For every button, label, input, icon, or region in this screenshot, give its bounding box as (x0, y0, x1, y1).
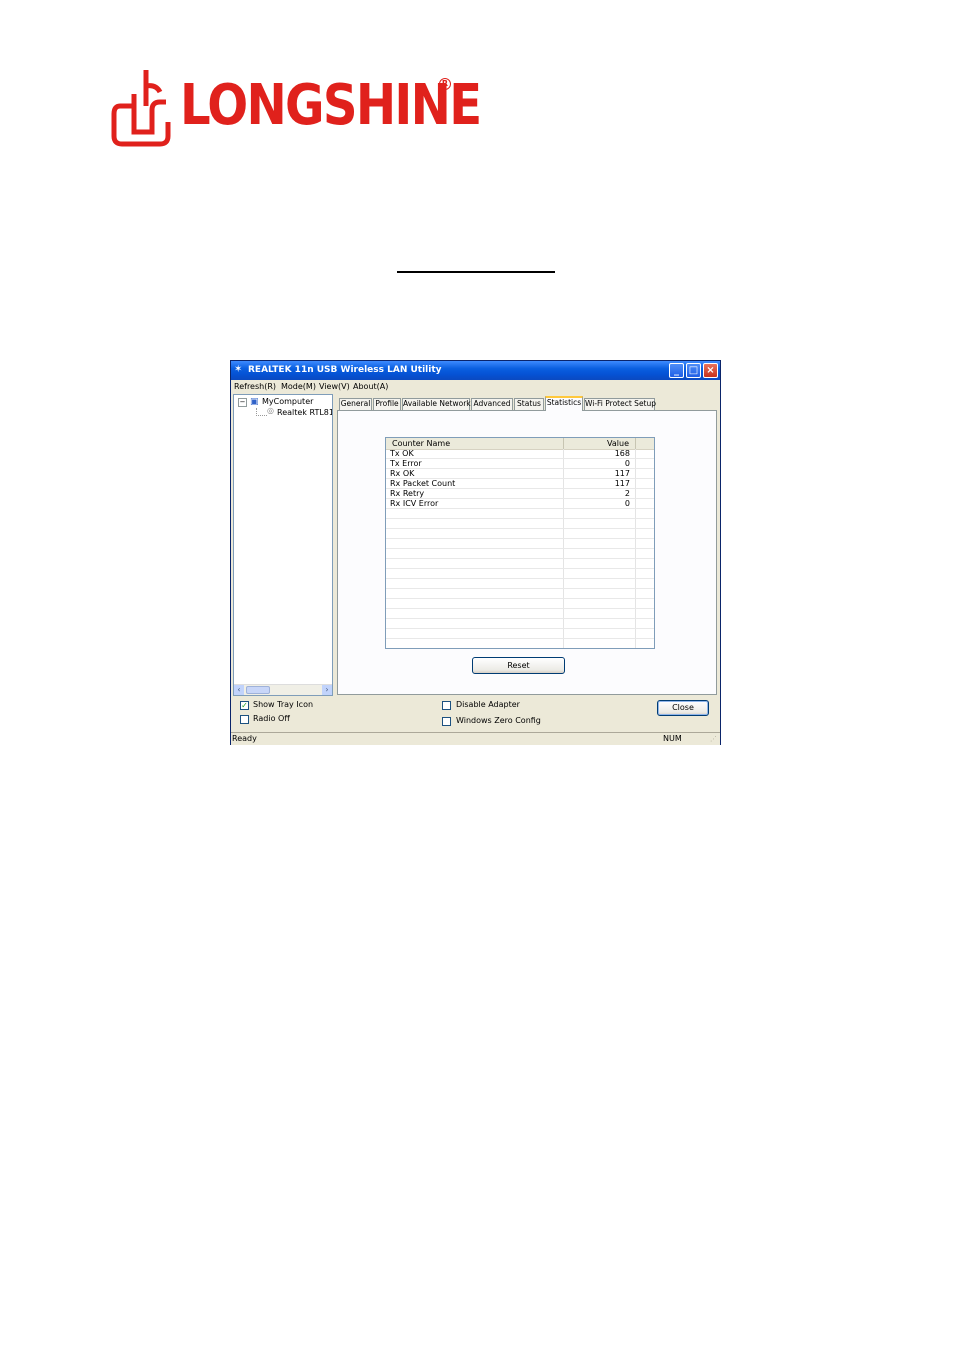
table-row[interactable]: Rx OK 117 (386, 469, 654, 479)
tab-available-network[interactable]: Available Network (402, 398, 471, 410)
counter-name: Tx Error (390, 459, 422, 468)
menu-mode[interactable]: Mode(M) (281, 382, 316, 392)
menu-bar: Refresh(R) Mode(M) View(V) About(A) (231, 380, 720, 393)
resize-grip-icon[interactable]: ⋰ (710, 735, 718, 743)
tab-status[interactable]: Status (514, 398, 544, 410)
adapter-icon: ◎ (267, 406, 274, 415)
radio-off-label: Radio Off (253, 714, 290, 723)
column-value[interactable]: Value (564, 438, 636, 449)
empty-row (386, 589, 654, 599)
underline-rule (397, 271, 555, 273)
menu-refresh[interactable]: Refresh(R) (234, 382, 276, 392)
counter-name: Tx OK (390, 449, 414, 458)
table-row[interactable]: Rx Packet Count 117 (386, 479, 654, 489)
tree-horizontal-scrollbar[interactable]: ‹ › (234, 684, 332, 695)
empty-row (386, 569, 654, 579)
counter-value: 0 (624, 499, 630, 508)
counter-name: Rx Packet Count (390, 479, 456, 488)
status-text: Ready (232, 734, 257, 743)
counter-value: 117 (614, 469, 630, 478)
tab-profile[interactable]: Profile (373, 398, 401, 410)
menu-view[interactable]: View(V) (319, 382, 350, 392)
window-title: REALTEK 11n USB Wireless LAN Utility (248, 365, 442, 375)
counter-value: 117 (614, 479, 630, 488)
empty-row (386, 579, 654, 589)
maximize-button[interactable]: □ (686, 363, 701, 378)
logo-wordmark: LONGSHINE (180, 73, 482, 138)
disable-adapter-checkbox[interactable] (442, 701, 451, 710)
empty-row (386, 539, 654, 549)
empty-row (386, 529, 654, 539)
scroll-right-icon[interactable]: › (322, 685, 332, 695)
tab-wifi-protect-setup[interactable]: Wi-Fi Protect Setup (584, 398, 656, 410)
tab-general[interactable]: General (339, 398, 372, 410)
column-counter-name[interactable]: Counter Name (386, 438, 564, 449)
radio-off-checkbox[interactable] (240, 715, 249, 724)
menu-about[interactable]: About(A) (353, 382, 388, 392)
empty-row (386, 519, 654, 529)
show-tray-icon-checkbox[interactable]: ✓ (240, 701, 249, 710)
tab-statistics[interactable]: Statistics (545, 396, 583, 411)
table-row[interactable]: Tx Error 0 (386, 459, 654, 469)
tree-collapse-icon[interactable]: − (238, 398, 247, 407)
empty-row (386, 549, 654, 559)
registered-mark: R (439, 78, 451, 90)
close-button[interactable]: Close (657, 700, 709, 716)
empty-row (386, 609, 654, 619)
counter-name: Rx Retry (390, 489, 425, 498)
scroll-thumb[interactable] (246, 686, 270, 694)
reset-button[interactable]: Reset (472, 657, 565, 674)
adapter-tree[interactable]: − ▣ MyComputer ◎ Realtek RTL8188 ‹ › (233, 394, 333, 696)
empty-row (386, 599, 654, 609)
windows-zero-config-label: Windows Zero Config (456, 716, 541, 725)
counter-value: 0 (624, 459, 630, 468)
minimize-button[interactable]: _ (669, 363, 684, 378)
longshine-logo: LONGSHINE R (110, 66, 482, 150)
counter-value: 168 (614, 449, 630, 458)
status-bar: Ready NUM ⋰ (231, 732, 720, 745)
wireless-app-icon: ✶ (234, 364, 243, 375)
statistics-panel: Counter Name Value Tx OK 168 Tx Error 0 … (337, 410, 717, 695)
computer-icon: ▣ (250, 397, 259, 407)
scroll-left-icon[interactable]: ‹ (234, 685, 244, 695)
counter-name: Rx ICV Error (390, 499, 439, 508)
show-tray-icon-label: Show Tray Icon (253, 700, 314, 709)
utility-window: ✶ REALTEK 11n USB Wireless LAN Utility _… (230, 360, 721, 745)
table-row[interactable]: Rx ICV Error 0 (386, 499, 654, 509)
table-row[interactable]: Rx Retry 2 (386, 489, 654, 499)
num-lock-indicator: NUM (663, 734, 682, 743)
empty-row (386, 629, 654, 639)
title-bar[interactable]: ✶ REALTEK 11n USB Wireless LAN Utility _… (231, 361, 720, 380)
empty-row (386, 619, 654, 629)
windows-zero-config-checkbox[interactable] (442, 717, 451, 726)
disable-adapter-label: Disable Adapter (456, 700, 520, 709)
statistics-table[interactable]: Counter Name Value Tx OK 168 Tx Error 0 … (385, 437, 655, 649)
close-window-button[interactable]: × (703, 363, 718, 378)
logo-mark-icon (111, 70, 171, 147)
table-row[interactable]: Tx OK 168 (386, 449, 654, 459)
tree-item-adapter[interactable]: Realtek RTL8188 (277, 408, 332, 418)
tab-advanced[interactable]: Advanced (471, 398, 513, 410)
counter-value: 2 (624, 489, 630, 498)
empty-row (386, 509, 654, 519)
counter-name: Rx OK (390, 469, 415, 478)
empty-row (386, 559, 654, 569)
tree-connector (256, 408, 267, 416)
